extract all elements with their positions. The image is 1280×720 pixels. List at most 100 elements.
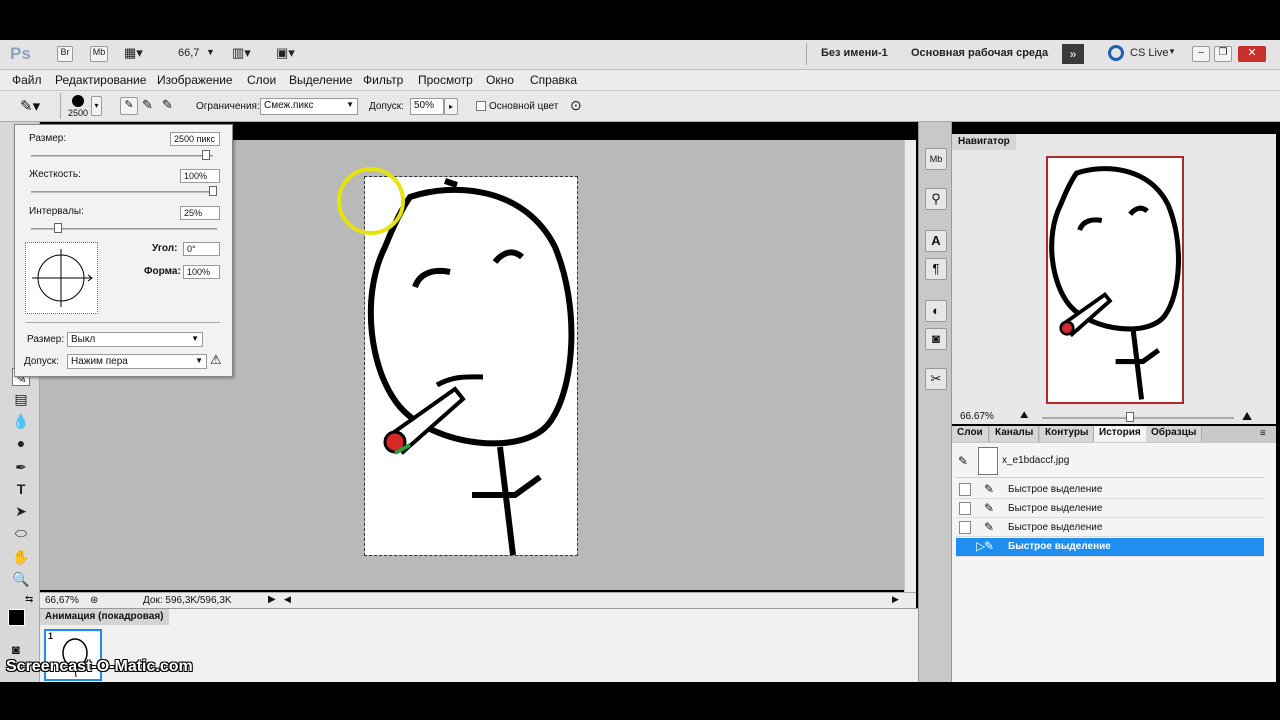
hardness-slider[interactable] <box>31 186 217 196</box>
panel-menu-icon[interactable]: ≡ <box>1260 428 1266 439</box>
status-menu-arrow[interactable]: ▶ <box>268 594 276 605</box>
brush-tip-icon[interactable] <box>72 95 84 107</box>
cs-live-menu[interactable]: CS Live <box>1130 47 1169 59</box>
add-to-selection-icon[interactable]: ✎ <box>142 97 153 113</box>
quick-selection-icon[interactable]: ✎▾ <box>20 97 40 115</box>
masks-icon[interactable]: ◙ <box>925 328 947 350</box>
spacing-slider[interactable] <box>31 223 217 233</box>
navigator-tab[interactable]: Навигатор <box>952 134 1016 150</box>
ellipse-tool-icon[interactable]: ⬭ <box>12 524 30 542</box>
hardness-slider-knob[interactable] <box>209 186 217 196</box>
size-field[interactable]: 2500 пикс <box>170 132 220 146</box>
navigator-slider-knob[interactable] <box>1126 412 1134 422</box>
history-source-checkbox[interactable] <box>959 502 971 515</box>
image-artboard[interactable] <box>364 176 578 556</box>
limits-select[interactable]: Смеж.пикс ▼ <box>260 98 358 115</box>
refine-edge-icon[interactable]: ⊙ <box>570 97 582 114</box>
chevron-down-icon[interactable]: ▼ <box>206 47 215 57</box>
path-selection-icon[interactable]: ➤ <box>12 502 30 520</box>
menu-layers[interactable]: Слои <box>247 73 276 87</box>
clone-source-icon[interactable]: ⚲ <box>925 188 947 210</box>
menu-image[interactable]: Изображение <box>157 73 233 87</box>
history-item[interactable]: ✎ Быстрое выделение <box>956 519 1264 537</box>
menu-file[interactable]: Файл <box>12 73 42 87</box>
tolerance-control-select[interactable]: Нажим пера ▼ <box>67 354 207 369</box>
tab-history[interactable]: История <box>1094 426 1147 442</box>
foreground-color-swatch[interactable] <box>8 609 25 626</box>
zoom-level[interactable]: 66,7 <box>178 47 199 59</box>
vertical-scrollbar[interactable] <box>904 140 916 592</box>
tools-preset-icon[interactable]: ✂ <box>925 368 947 390</box>
view-extras-icon[interactable]: ▦▾ <box>124 45 143 61</box>
tab-layers[interactable]: Слои <box>952 426 989 442</box>
tab-swatches[interactable]: Образцы <box>1146 426 1203 442</box>
gradient-tool-icon[interactable]: ▤ <box>12 390 30 408</box>
hardness-field[interactable]: 100% <box>180 169 220 183</box>
zoom-tool-icon[interactable]: 🔍 <box>12 570 30 588</box>
mini-bridge-button[interactable]: Mb <box>90 46 108 62</box>
tab-channels[interactable]: Каналы <box>990 426 1040 442</box>
pen-tool-icon[interactable]: ✒ <box>12 458 30 476</box>
menu-filter[interactable]: Фильтр <box>363 73 403 87</box>
adjustments-icon[interactable]: ◐ <box>925 300 947 322</box>
scroll-right-arrow[interactable]: ▶ <box>892 594 899 605</box>
type-tool-icon[interactable]: T <box>12 480 30 498</box>
navigator-preview[interactable] <box>1046 156 1184 404</box>
history-source-checkbox[interactable] <box>959 483 971 496</box>
status-zoom[interactable]: 66,67% <box>45 595 79 606</box>
zoom-out-icon[interactable]: ⛰ <box>1020 410 1028 421</box>
paragraph-icon[interactable]: ¶ <box>925 258 947 280</box>
spacing-slider-knob[interactable] <box>54 223 62 233</box>
navigator-zoom-slider[interactable] <box>1042 412 1234 422</box>
scroll-left-arrow[interactable]: ◀ <box>284 594 291 605</box>
navigator-zoom[interactable]: 66.67% <box>960 411 994 422</box>
dodge-tool-icon[interactable]: ● <box>12 434 30 452</box>
character-icon[interactable]: A <box>925 230 947 252</box>
history-item-selected[interactable]: ▷ ✎ Быстрое выделение <box>956 538 1264 557</box>
history-item[interactable]: ✎ Быстрое выделение <box>956 481 1264 499</box>
menu-view[interactable]: Просмотр <box>418 73 473 87</box>
spacing-field[interactable]: 25% <box>180 206 220 220</box>
divider <box>60 93 61 119</box>
menu-window[interactable]: Окно <box>486 73 514 87</box>
menu-help[interactable]: Справка <box>530 73 577 87</box>
new-selection-icon[interactable]: ✎ <box>120 97 138 115</box>
brush-picker-button[interactable]: ▾ <box>91 96 102 116</box>
workspace-switcher[interactable]: Основная рабочая среда <box>911 47 1048 59</box>
restore-button[interactable]: ❐ <box>1214 46 1232 62</box>
menu-select[interactable]: Выделение <box>289 73 353 87</box>
history-source-checkbox[interactable] <box>959 521 971 534</box>
tab-paths[interactable]: Контуры <box>1040 426 1095 442</box>
minimize-button[interactable]: – <box>1192 46 1210 62</box>
subtract-selection-icon[interactable]: ✎ <box>162 97 173 113</box>
quick-selection-icon: ✎ <box>984 539 995 553</box>
swap-colors-icon[interactable]: ⇆ <box>25 594 33 605</box>
brush-angle-preview[interactable] <box>25 242 98 314</box>
more-workspaces-icon[interactable]: » <box>1062 44 1084 64</box>
roundness-field[interactable]: 100% <box>183 265 220 279</box>
bridge-button[interactable]: Br <box>57 46 73 62</box>
chevron-down-icon[interactable]: ▼ <box>1168 47 1176 56</box>
screen-mode-icon[interactable]: ▣▾ <box>276 45 295 61</box>
arrange-documents-icon[interactable]: ▥▾ <box>232 45 251 61</box>
main-color-label: Основной цвет <box>489 101 559 112</box>
history-item[interactable]: ✎ Быстрое выделение <box>956 500 1264 518</box>
history-brush-icon[interactable]: ✎ <box>958 454 968 468</box>
tolerance-field[interactable]: 50% <box>410 98 444 115</box>
main-color-checkbox[interactable] <box>476 101 486 111</box>
animation-tab[interactable]: Анимация (покадровая) <box>40 609 169 625</box>
size-slider-knob[interactable] <box>202 150 210 160</box>
status-icon[interactable]: ⊛ <box>90 595 98 606</box>
blur-tool-icon[interactable]: 💧 <box>12 412 30 430</box>
mini-bridge-icon[interactable]: Mb <box>925 148 947 170</box>
close-button[interactable]: ✕ <box>1238 46 1266 62</box>
quick-mask-icon[interactable]: ◙ <box>12 642 20 657</box>
size-control-select[interactable]: Выкл ▼ <box>67 332 203 347</box>
menu-edit[interactable]: Редактирование <box>55 73 146 87</box>
angle-field[interactable]: 0° <box>183 242 220 256</box>
zoom-in-icon[interactable]: ⛰ <box>1242 409 1252 424</box>
size-slider[interactable] <box>31 150 213 160</box>
tolerance-stepper[interactable]: ▸ <box>444 98 458 115</box>
hand-tool-icon[interactable]: ✋ <box>12 548 30 566</box>
history-snapshot[interactable]: ✎ x_e1bdaccf.jpg <box>956 446 1264 478</box>
